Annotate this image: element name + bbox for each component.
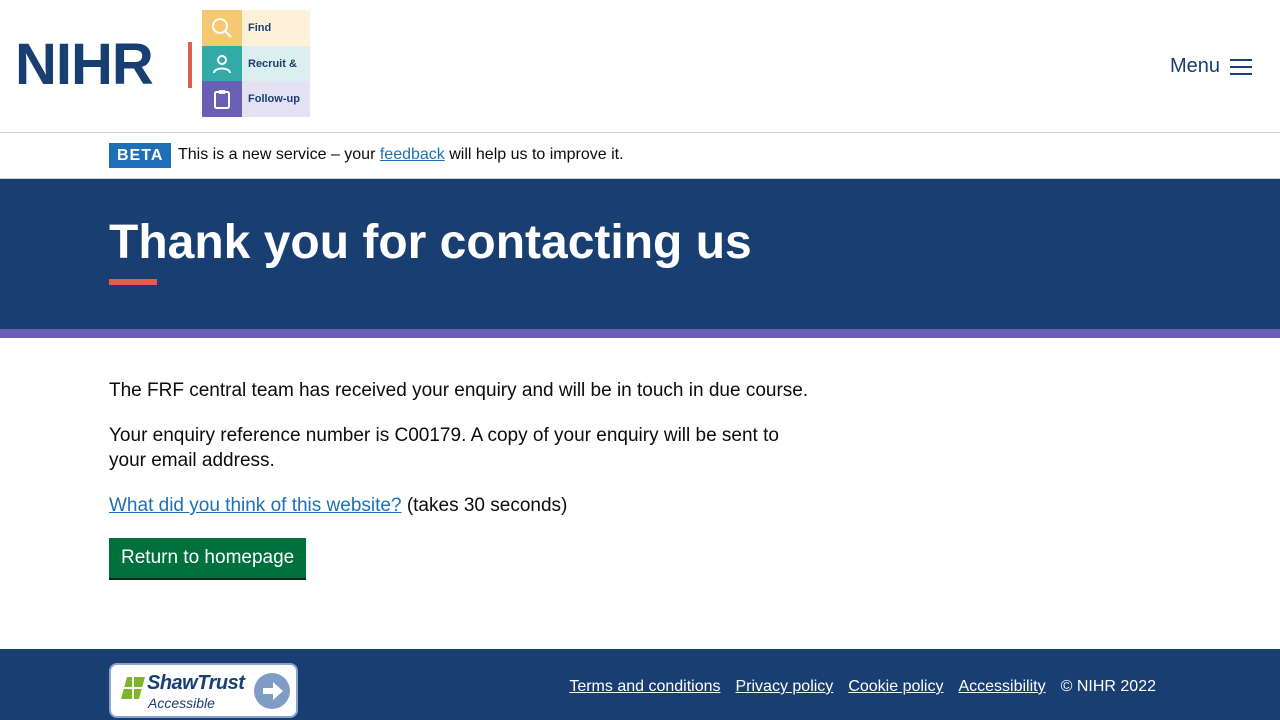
menu-label: Menu [1169,55,1220,77]
terms-link[interactable]: Terms and conditions [569,678,720,696]
beta-tag: BETA [109,143,172,168]
title-underline [109,279,157,285]
shaw-trust-sub: Accessible [148,695,215,711]
accessibility-link[interactable]: Accessibility [958,678,1045,696]
privacy-link[interactable]: Privacy policy [736,678,834,696]
frf-logo-find: Find [202,10,310,46]
feedback-link[interactable]: feedback [380,146,445,163]
beta-banner: BETA This is a new service – your feedba… [0,133,1280,179]
menu-button[interactable]: Menu [1170,55,1252,78]
cookie-link[interactable]: Cookie policy [848,678,943,696]
site-footer: ShawTrust Accessible Terms and condition… [0,649,1280,720]
person-icon [202,45,242,82]
frf-logo[interactable]: Find Recruit & Follow-up [202,10,310,118]
search-icon [202,10,242,46]
clipboard-icon [202,81,242,118]
hero-stripe [0,329,1280,338]
confirmation-text: The FRF central team has received your e… [109,380,809,401]
page-title: Thank you for contacting us [109,216,752,269]
hamburger-icon [1230,58,1252,75]
frf-logo-followup: Follow-up [202,81,310,118]
shaw-trust-logo-icon [121,677,145,699]
nihr-logo[interactable]: NIHR [15,36,154,94]
main-content: The FRF central team has received your e… [109,378,809,578]
shaw-trust-name: ShawTrust [147,672,245,694]
frf-logo-recruit: Recruit & [202,45,310,82]
reference-text: Your enquiry reference number is C00179.… [109,425,779,471]
survey-text: What did you think of this website? (tak… [109,495,568,516]
logo-divider [188,42,192,88]
footer-links: Terms and conditions Privacy policy Cook… [569,678,1156,696]
survey-link[interactable]: What did you think of this website? [109,495,402,516]
page-hero: Thank you for contacting us [0,179,1280,329]
site-header: NIHR Find Recruit & Follow-up Menu [0,0,1280,133]
copyright: © NIHR 2022 [1060,678,1156,695]
arrow-right-icon [254,673,290,709]
return-homepage-button[interactable]: Return to homepage [109,538,307,578]
shaw-trust-badge[interactable]: ShawTrust Accessible [109,663,298,718]
beta-text: This is a new service – your feedback wi… [178,146,624,163]
